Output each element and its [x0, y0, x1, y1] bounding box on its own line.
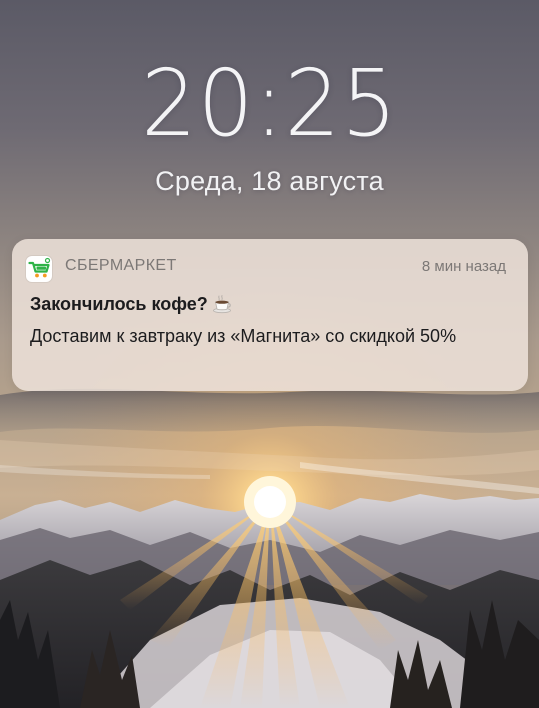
- lock-screen-time: 20:25: [141, 50, 398, 157]
- notification-time: 8 мин назад: [421, 258, 506, 275]
- notification-app-name: СБЕРМАРКЕТ: [65, 257, 177, 274]
- notification-body: Доставим к завтраку из «Магнита» со скид…: [30, 326, 457, 346]
- shopping-cart-icon: [26, 256, 52, 282]
- lock-screen-date: Среда, 18 августа: [155, 166, 384, 196]
- notification-title-text: Закончилось кофе?: [30, 294, 208, 314]
- notification-card[interactable]: СБЕРМАРКЕТ 8 мин назад Закончилось кофе?…: [12, 239, 528, 391]
- notification-title: Закончилось кофе?: [30, 294, 232, 319]
- coffee-cup-icon: [212, 294, 232, 319]
